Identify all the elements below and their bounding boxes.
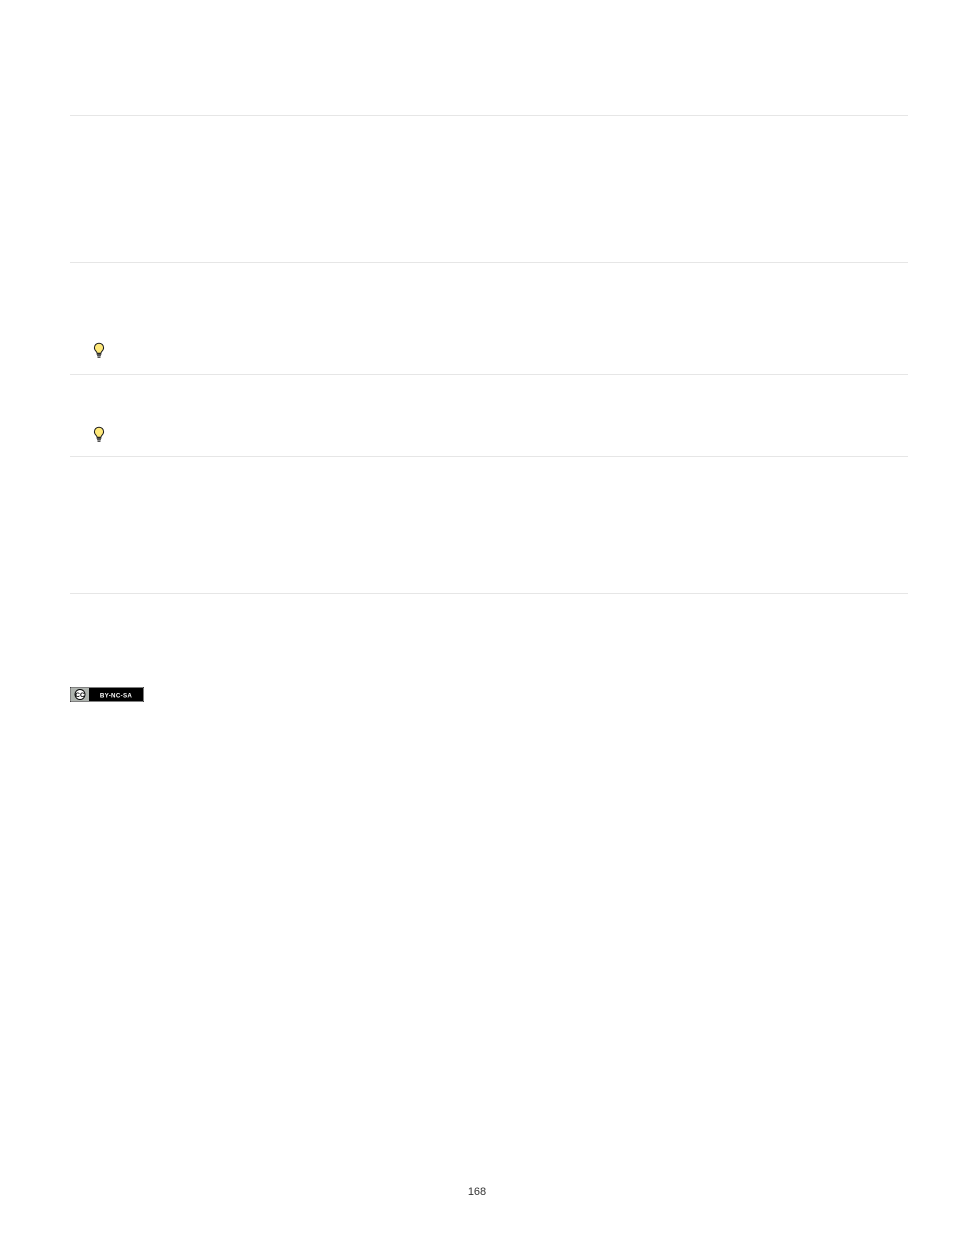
paragraph-placeholder	[70, 281, 908, 309]
page-number: 168	[0, 1186, 954, 1198]
text-block	[70, 263, 908, 327]
text-block	[70, 457, 908, 593]
cc-left-label: CC	[75, 692, 85, 699]
paragraph-placeholder	[70, 134, 908, 244]
paragraph-placeholder	[70, 387, 908, 409]
divider	[70, 593, 908, 594]
text-block	[70, 375, 908, 421]
tip-callout	[70, 421, 908, 456]
top-margin-spacer	[70, 0, 908, 115]
document-page: CC BY-NC-SA 168	[0, 0, 954, 1235]
text-block	[70, 116, 908, 262]
lightbulb-icon	[92, 426, 106, 444]
cc-right-label: BY-NC-SA	[100, 693, 133, 700]
cc-license-badge[interactable]: CC BY-NC-SA	[70, 687, 144, 702]
lightbulb-icon	[92, 342, 106, 360]
content-column	[70, 0, 908, 594]
paragraph-placeholder	[70, 475, 908, 575]
tip-callout	[70, 327, 908, 374]
